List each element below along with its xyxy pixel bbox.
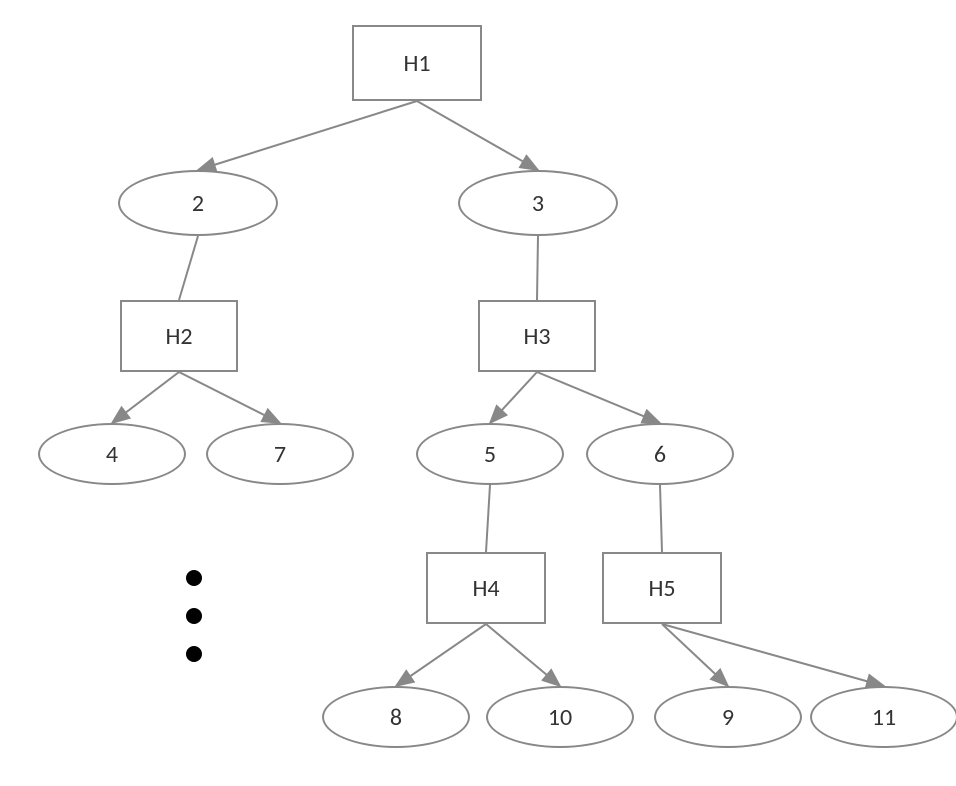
- node-9-label: 9: [722, 703, 734, 732]
- node-h1-label: H1: [403, 49, 430, 78]
- node-2: 2: [118, 170, 278, 236]
- node-6-label: 6: [654, 440, 666, 469]
- node-5: 5: [416, 423, 564, 485]
- node-4: 4: [38, 423, 186, 485]
- node-h1: H1: [352, 25, 482, 101]
- node-10-label: 10: [548, 703, 572, 732]
- node-8-label: 8: [390, 703, 402, 732]
- node-h3: H3: [478, 300, 596, 372]
- node-11-label: 11: [872, 703, 896, 732]
- node-10: 10: [486, 686, 634, 748]
- node-6: 6: [586, 423, 734, 485]
- node-3: 3: [458, 170, 618, 236]
- ellipsis-dot: [186, 646, 202, 662]
- node-h2-label: H2: [165, 322, 192, 351]
- node-7-label: 7: [274, 440, 286, 469]
- node-h5: H5: [602, 552, 722, 624]
- ellipsis-dot: [186, 608, 202, 624]
- edges-layer: [0, 0, 956, 786]
- node-h4: H4: [426, 552, 546, 624]
- node-h3-label: H3: [523, 322, 550, 351]
- node-4-label: 4: [106, 440, 118, 469]
- node-5-label: 5: [484, 440, 496, 469]
- node-h2: H2: [120, 300, 238, 372]
- diagram-canvas: H1 H2 H3 H4 H5 2 3 4 7 5 6 8 10 9 11: [0, 0, 956, 786]
- node-h5-label: H5: [648, 574, 675, 603]
- ellipsis-dot: [186, 570, 202, 586]
- node-h4-label: H4: [472, 574, 499, 603]
- node-11: 11: [810, 686, 956, 748]
- node-7: 7: [206, 423, 354, 485]
- node-2-label: 2: [192, 189, 204, 218]
- node-3-label: 3: [532, 189, 544, 218]
- node-9: 9: [654, 686, 802, 748]
- node-8: 8: [322, 686, 470, 748]
